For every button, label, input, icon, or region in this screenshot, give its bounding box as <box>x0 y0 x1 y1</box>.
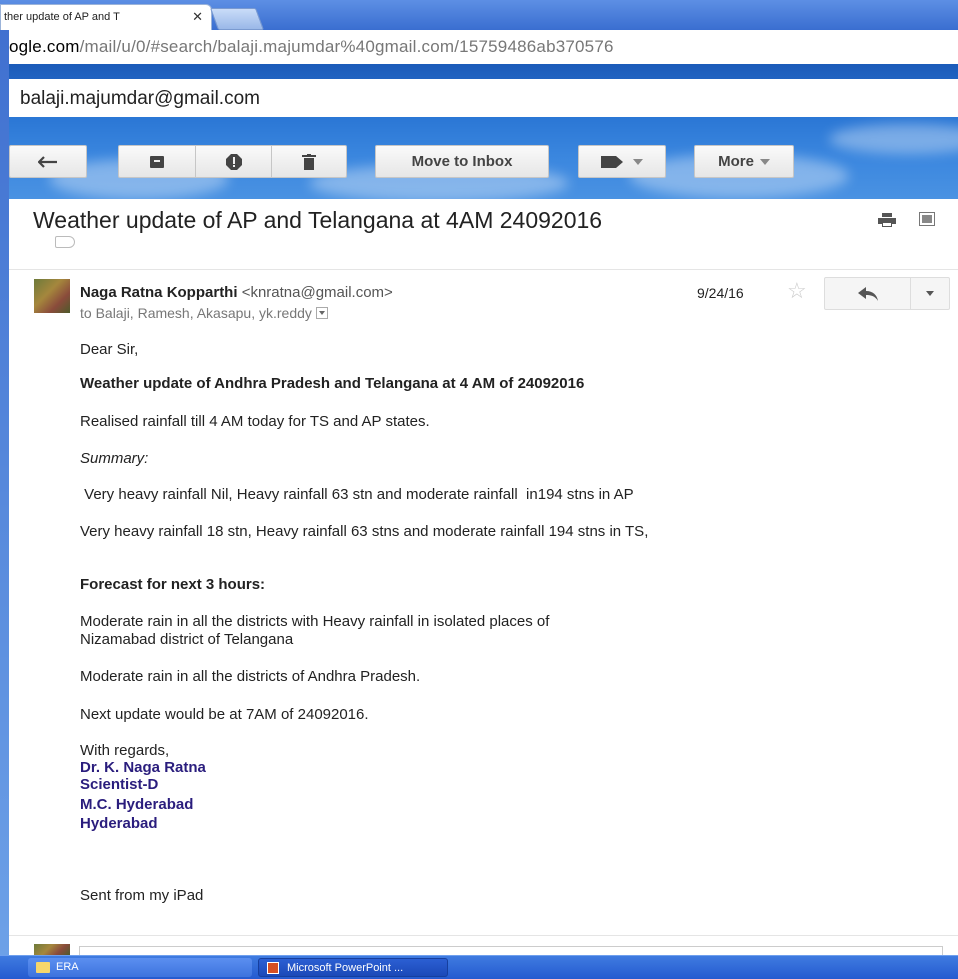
account-strip: balaji.majumdar@gmail.com <box>9 79 958 117</box>
more-actions-button[interactable] <box>911 278 949 309</box>
signature-org: M.C. Hyderabad <box>80 796 194 813</box>
body-forecast-line1: Moderate rain in all the districts with … <box>80 613 550 630</box>
message-date: 9/24/16 <box>697 285 744 301</box>
url-path: /mail/u/0/#search/balaji.majumdar%40gmai… <box>79 37 614 56</box>
star-icon[interactable]: ☆ <box>787 280 807 302</box>
reply-icon <box>857 286 878 301</box>
tab-title: ther update of AP and T <box>4 11 120 23</box>
recipients-text: to Balaji, Ramesh, Akasapu, yk.reddy <box>80 305 312 321</box>
tab-close-icon[interactable]: ✕ <box>192 5 203 29</box>
report-spam-button[interactable] <box>196 146 271 177</box>
sender-avatar[interactable] <box>34 279 70 313</box>
reply-button[interactable] <box>825 278 910 309</box>
signature-title: Scientist-D <box>80 776 159 793</box>
label-tag-icon <box>601 155 623 168</box>
powerpoint-icon <box>267 962 279 974</box>
sender-line: Naga Ratna Kopparthi <knratna@gmail.com> <box>80 284 393 301</box>
window-left-edge <box>0 0 9 978</box>
new-window-icon[interactable] <box>919 212 935 226</box>
body-greeting: Dear Sir, <box>80 341 139 358</box>
chevron-down-icon <box>926 291 934 296</box>
signature-city: Hyderabad <box>80 815 158 832</box>
reply-button-group <box>824 277 950 310</box>
labels-button[interactable] <box>578 145 666 178</box>
divider <box>9 269 958 270</box>
print-icon[interactable] <box>878 213 896 227</box>
move-to-inbox-label: Move to Inbox <box>411 153 513 170</box>
body-ap-line: Very heavy rainfall Nil, Heavy rainfall … <box>80 486 634 503</box>
body-forecast-heading: Forecast for next 3 hours: <box>80 576 266 593</box>
taskbar-item-powerpoint[interactable]: Microsoft PowerPoint ... <box>258 958 448 977</box>
body-ap-forecast: Moderate rain in all the districts of An… <box>80 668 421 685</box>
body-next-update: Next update would be at 7AM of 24092016. <box>80 706 369 723</box>
taskbar-item-era[interactable]: ERA <box>28 958 252 977</box>
signature-name: Dr. K. Naga Ratna <box>80 759 206 776</box>
address-bar[interactable]: ogle.com/mail/u/0/#search/balaji.majumda… <box>9 30 958 65</box>
body-sent-from: Sent from my iPad <box>80 887 204 904</box>
folder-icon <box>36 962 50 973</box>
action-button-group <box>118 145 347 178</box>
body-forecast-line2: Nizamabad district of Telangana <box>80 631 294 648</box>
body-regards: With regards, <box>80 742 170 759</box>
url-text[interactable]: ogle.com/mail/u/0/#search/balaji.majumda… <box>9 37 614 57</box>
archive-button[interactable] <box>119 146 195 177</box>
reply-avatar <box>34 944 70 955</box>
taskbar-item-powerpoint-label: Microsoft PowerPoint ... <box>287 962 404 974</box>
recipients-line: to Balaji, Ramesh, Akasapu, yk.reddy <box>80 305 328 321</box>
new-tab-button[interactable] <box>209 8 265 30</box>
chevron-down-icon <box>633 158 643 165</box>
body-realised: Realised rainfall till 4 AM today for TS… <box>80 413 430 430</box>
sender-name[interactable]: Naga Ratna Kopparthi <box>80 284 238 301</box>
delete-button[interactable] <box>272 146 346 177</box>
body-ts-line: Very heavy rainfall 18 stn, Heavy rainfa… <box>80 523 649 540</box>
spam-icon <box>225 153 242 170</box>
archive-icon <box>150 155 164 168</box>
sender-email: <knratna@gmail.com> <box>241 284 393 301</box>
trash-icon <box>302 153 316 170</box>
url-host: ogle.com <box>9 37 80 56</box>
email-subject: Weather update of AP and Telangana at 4A… <box>33 207 603 233</box>
more-button[interactable]: More <box>694 145 794 178</box>
browser-tab[interactable]: ther update of AP and T ✕ <box>0 4 212 30</box>
move-to-inbox-button[interactable]: Move to Inbox <box>375 145 549 178</box>
os-taskbar: ERA Microsoft PowerPoint ... <box>0 955 958 979</box>
important-label-icon[interactable] <box>55 236 75 248</box>
show-details-dropdown-icon[interactable] <box>315 307 328 320</box>
more-label: More <box>718 153 754 170</box>
back-button[interactable] <box>9 145 87 178</box>
account-email[interactable]: balaji.majumdar@gmail.com <box>20 88 260 110</box>
chevron-down-icon <box>759 158 770 165</box>
browser-tab-bar: ther update of AP and T ✕ <box>0 0 958 30</box>
back-arrow-icon <box>38 155 57 168</box>
body-heading: Weather update of Andhra Pradesh and Tel… <box>80 375 585 392</box>
body-summary-label: Summary: <box>80 450 149 467</box>
taskbar-item-era-label: ERA <box>56 961 79 973</box>
